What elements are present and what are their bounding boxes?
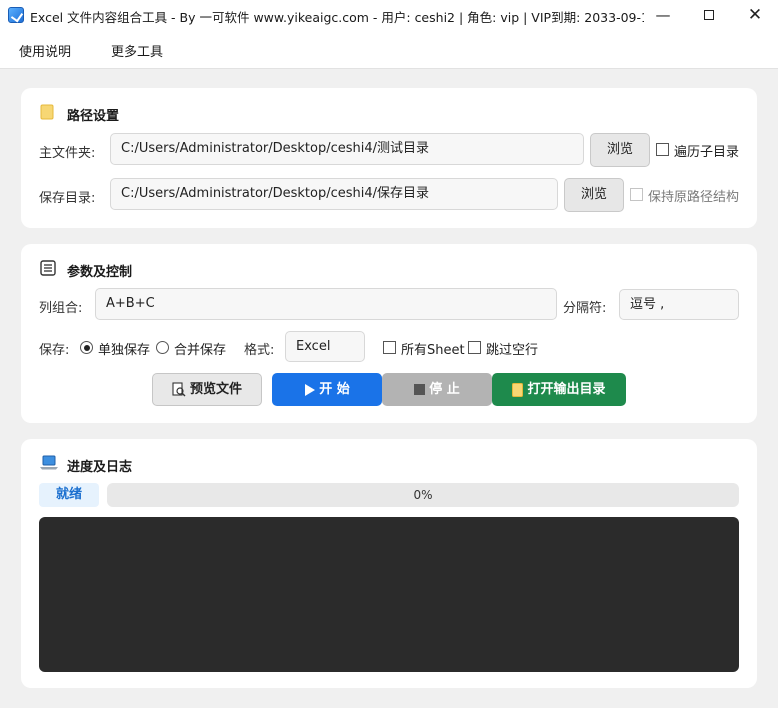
list-document-icon: [40, 260, 56, 276]
save-dir-browse-button[interactable]: 浏览: [564, 178, 624, 212]
folder-note-icon: [512, 382, 524, 397]
save-dir-input[interactable]: C:/Users/Administrator/Desktop/ceshi4/保存…: [110, 178, 558, 210]
skip-empty-checkbox[interactable]: [468, 341, 481, 354]
path-settings-title: 路径设置: [67, 109, 120, 124]
menu-bar: 使用说明 更多工具: [0, 30, 778, 69]
open-output-dir-button[interactable]: 打开输出目录: [492, 373, 626, 406]
save-merged-label: 合并保存: [174, 343, 227, 358]
stop-button[interactable]: 停 止: [382, 373, 492, 406]
keep-structure-label: 保持原路径结构: [648, 190, 740, 205]
close-button[interactable]: ✕: [732, 0, 778, 30]
save-separate-radio[interactable]: [80, 341, 93, 354]
menu-item-usage[interactable]: 使用说明: [19, 41, 71, 60]
main-folder-label: 主文件夹:: [39, 146, 96, 161]
progress-text: 0%: [413, 488, 433, 502]
laptop-icon: [40, 455, 58, 470]
start-button[interactable]: 开 始: [272, 373, 382, 406]
menu-item-more-tools[interactable]: 更多工具: [111, 41, 163, 60]
app-logo-icon: [8, 7, 24, 23]
preview-file-label: 预览文件: [189, 382, 242, 397]
status-badge: 就绪: [39, 483, 99, 507]
skip-empty-label: 跳过空行: [486, 343, 539, 358]
recurse-subdirs-label: 遍历子目录: [674, 145, 740, 160]
open-output-dir-label: 打开输出目录: [527, 382, 606, 397]
save-separate-label: 单独保存: [98, 343, 151, 358]
start-label: 开 始: [319, 382, 350, 397]
progress-bar: 0%: [107, 483, 739, 507]
main-folder-browse-button[interactable]: 浏览: [590, 133, 650, 167]
log-output-area[interactable]: [39, 517, 739, 672]
title-bar: Excel 文件内容组合工具 - By 一可软件 www.yikeaigc.co…: [0, 0, 778, 30]
all-sheets-label: 所有Sheet: [401, 343, 465, 358]
preview-file-button[interactable]: 预览文件: [152, 373, 262, 406]
play-icon: [305, 383, 316, 396]
recurse-subdirs-checkbox[interactable]: [656, 143, 669, 156]
progress-log-title: 进度及日志: [67, 460, 133, 475]
all-sheets-checkbox[interactable]: [383, 341, 396, 354]
params-title: 参数及控制: [67, 265, 133, 280]
window-title: Excel 文件内容组合工具 - By 一可软件 www.yikeaigc.co…: [30, 10, 644, 25]
folder-note-icon: [40, 104, 54, 120]
separator-label: 分隔符:: [563, 301, 607, 316]
main-folder-input[interactable]: C:/Users/Administrator/Desktop/ceshi4/测试…: [110, 133, 584, 165]
minimize-button[interactable]: —: [640, 0, 686, 30]
format-label: 格式:: [244, 343, 275, 358]
preview-document-icon: [172, 382, 186, 397]
format-select[interactable]: Excel: [285, 331, 365, 362]
combo-label: 列组合:: [39, 301, 83, 316]
keep-structure-checkbox[interactable]: [630, 188, 643, 201]
stop-label: 停 止: [429, 382, 460, 397]
maximize-icon: [704, 10, 714, 20]
stop-icon: [414, 384, 426, 395]
separator-select[interactable]: 逗号 ,: [619, 289, 739, 320]
save-merged-radio[interactable]: [156, 341, 169, 354]
maximize-button[interactable]: [686, 0, 732, 30]
save-mode-label: 保存:: [39, 343, 70, 358]
save-dir-label: 保存目录:: [39, 191, 96, 206]
column-combo-input[interactable]: A+B+C: [95, 288, 557, 320]
